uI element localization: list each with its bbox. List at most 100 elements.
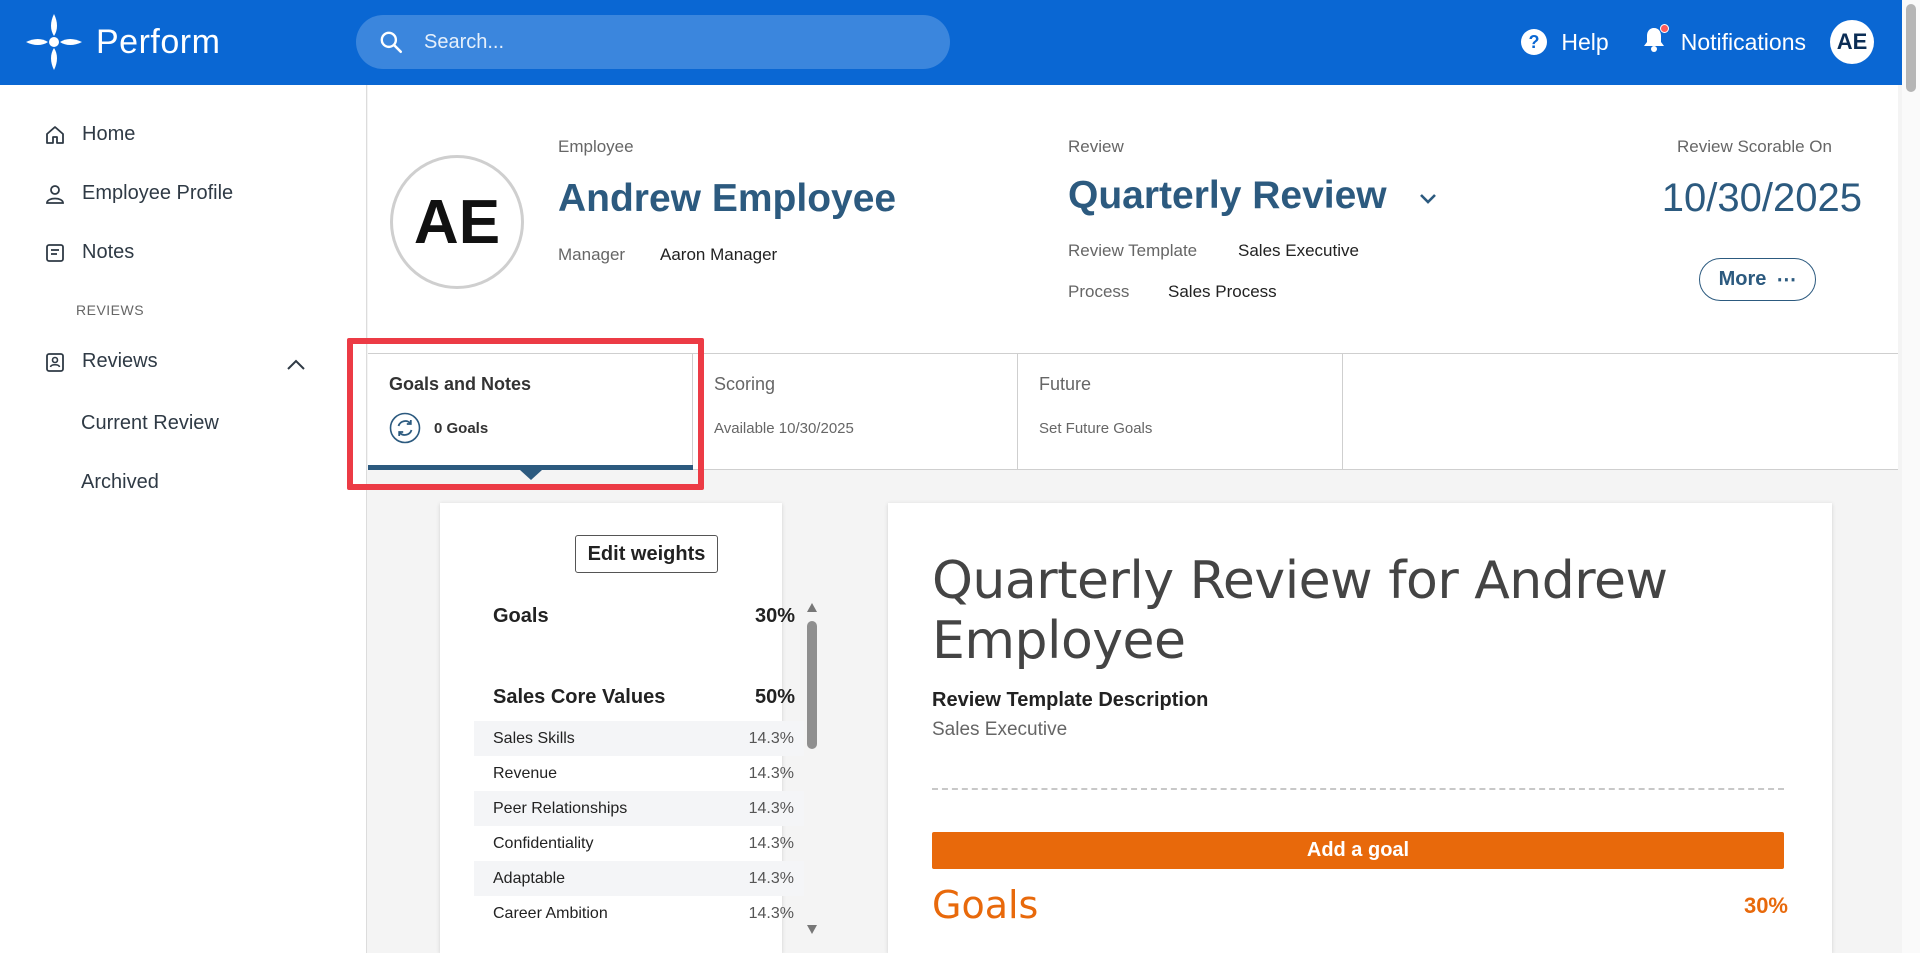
- weights-core-pct: 50%: [754, 686, 795, 708]
- weights-row-label: Peer Relationships: [493, 799, 628, 817]
- weights-row-pct: 14.3%: [748, 834, 794, 852]
- goals-section-weight: 30%: [1743, 893, 1788, 918]
- weights-row-pct: 14.3%: [748, 904, 794, 922]
- search-bar[interactable]: [356, 15, 950, 69]
- tab-title: Future: [1039, 374, 1092, 394]
- help-icon: ?: [1521, 29, 1548, 55]
- tab-title: Scoring: [714, 374, 776, 394]
- weights-row-label: Adaptable: [493, 869, 566, 887]
- chevron-up-icon[interactable]: [284, 353, 308, 377]
- sidebar: Home Employee Profile Notes REVIEWS Revi…: [0, 85, 367, 953]
- review-name: Quarterly Review: [1068, 174, 1387, 217]
- tab-scoring[interactable]: Scoring Available 10/30/2025: [693, 354, 1018, 470]
- bell-wrapper: [1639, 24, 1669, 60]
- manager-name: Aaron Manager: [660, 245, 778, 264]
- process-label: Process: [1068, 282, 1130, 301]
- sidebar-item-label: Notes: [82, 241, 135, 263]
- home-icon: [46, 125, 64, 144]
- sidebar-item-reviews[interactable]: Reviews: [44, 350, 158, 373]
- employee-avatar: AE: [390, 155, 524, 289]
- notifications-link[interactable]: Notifications: [1639, 24, 1806, 60]
- review-detail-card: Quarterly Review for Andrew Employee Rev…: [888, 503, 1832, 953]
- edit-weights-button[interactable]: Edit weights: [575, 535, 718, 573]
- person-icon: [46, 184, 64, 204]
- user-avatar[interactable]: AE: [1830, 20, 1874, 64]
- tab-subtitle: 0 Goals: [434, 420, 489, 437]
- review-template-description-label: Review Template Description: [932, 689, 1209, 711]
- review-template-description-value: Sales Executive: [932, 719, 1068, 740]
- tab-subtitle: Available 10/30/2025: [714, 420, 854, 437]
- scorable-date: 10/30/2025: [1661, 176, 1862, 220]
- top-bar: Perform ? Help Notifications AE: [0, 0, 1920, 85]
- weights-core-row: Sales Core Values 50%: [493, 686, 795, 709]
- top-right-nav: ? Help Notifications AE: [1519, 20, 1874, 64]
- weights-row: Sales Skills 14.3%: [474, 721, 804, 756]
- brand[interactable]: Perform: [22, 12, 220, 72]
- goals-section-heading: Goals: [932, 883, 1039, 927]
- weights-core-label: Sales Core Values: [493, 686, 666, 708]
- help-link[interactable]: ? Help: [1519, 27, 1609, 57]
- sidebar-item-notes[interactable]: Notes: [44, 241, 134, 264]
- app-name: Perform: [96, 22, 221, 61]
- weights-row-pct: 14.3%: [748, 869, 794, 887]
- tab-pointer: [520, 470, 542, 480]
- weights-row-label: Confidentiality: [493, 834, 594, 852]
- review-header: AE Employee Andrew Employee Manager Aaro…: [368, 85, 1898, 353]
- weights-row-pct: 14.3%: [748, 764, 794, 782]
- weights-row: Revenue 14.3%: [474, 756, 804, 791]
- notes-icon: [46, 243, 64, 262]
- weights-row-pct: 14.3%: [748, 729, 794, 747]
- tab-goals-and-notes[interactable]: Goals and Notes 0 Goals: [368, 354, 693, 480]
- weights-row-label: Career Ambition: [493, 904, 608, 922]
- sidebar-item-home[interactable]: Home: [44, 123, 135, 146]
- manager-label: Manager: [558, 245, 626, 264]
- weights-panel: Edit weights Goals 30% Sales Core Values…: [440, 503, 817, 953]
- help-label: Help: [1561, 28, 1609, 55]
- main-content: AE Employee Andrew Employee Manager Aaro…: [368, 85, 1902, 953]
- chevron-down-icon[interactable]: [1416, 187, 1440, 211]
- page-scrollbar[interactable]: [1902, 0, 1920, 953]
- more-dots-icon: ⋯: [1776, 269, 1797, 291]
- reviews-icon: [46, 352, 64, 372]
- weights-row-label: Sales Skills: [493, 729, 575, 747]
- weights-scrollbar-thumb[interactable]: [807, 621, 817, 749]
- more-label: More: [1718, 268, 1767, 290]
- sidebar-item-label: Reviews: [82, 350, 158, 372]
- scorable-label: Review Scorable On: [1677, 137, 1832, 156]
- scroll-down-arrow-icon[interactable]: [806, 923, 818, 935]
- sidebar-item-current-review[interactable]: Current Review: [81, 412, 219, 435]
- employee-label: Employee: [558, 137, 634, 156]
- sidebar-item-label: Home: [82, 123, 136, 145]
- sidebar-item-archived[interactable]: Archived: [81, 471, 159, 494]
- employee-name: Andrew Employee: [558, 177, 897, 220]
- weights-goals-row: Goals 30%: [493, 605, 795, 628]
- weights-goals-label: Goals: [493, 605, 549, 627]
- process-value: Sales Process: [1168, 282, 1277, 301]
- sidebar-section-reviews: REVIEWS: [76, 302, 145, 318]
- notification-dot: [1659, 24, 1669, 33]
- sync-icon: [389, 412, 421, 444]
- scroll-up-arrow-icon[interactable]: [806, 602, 818, 614]
- review-label: Review: [1068, 137, 1124, 156]
- section-divider: [932, 788, 1784, 790]
- search-input[interactable]: [424, 30, 904, 54]
- weights-goals-pct: 30%: [754, 605, 795, 627]
- weights-row: Career Ambition 14.3%: [474, 896, 804, 931]
- tab-future[interactable]: Future Set Future Goals: [1018, 354, 1343, 470]
- weights-row: Peer Relationships 14.3%: [474, 791, 804, 826]
- review-tabs: Goals and Notes 0 Goals Scoring Availabl…: [368, 353, 1898, 480]
- template-label: Review Template: [1068, 241, 1198, 260]
- page-scrollbar-thumb[interactable]: [1906, 4, 1916, 92]
- notifications-label: Notifications: [1680, 28, 1806, 55]
- weights-row: Adaptable 14.3%: [474, 861, 804, 896]
- weights-row: Confidentiality 14.3%: [474, 826, 804, 861]
- tab-subtitle: Set Future Goals: [1039, 420, 1153, 437]
- perform-logo-icon: [26, 14, 82, 70]
- sidebar-item-label: Employee Profile: [82, 182, 234, 204]
- svg-text:?: ?: [1529, 32, 1540, 52]
- tab-title: Goals and Notes: [389, 374, 532, 394]
- sidebar-item-employee-profile[interactable]: Employee Profile: [44, 182, 233, 205]
- more-button[interactable]: More ⋯: [1699, 258, 1816, 301]
- review-card-title: Quarterly Review for Andrew Employee: [932, 551, 1668, 671]
- add-goal-button[interactable]: Add a goal: [932, 832, 1784, 869]
